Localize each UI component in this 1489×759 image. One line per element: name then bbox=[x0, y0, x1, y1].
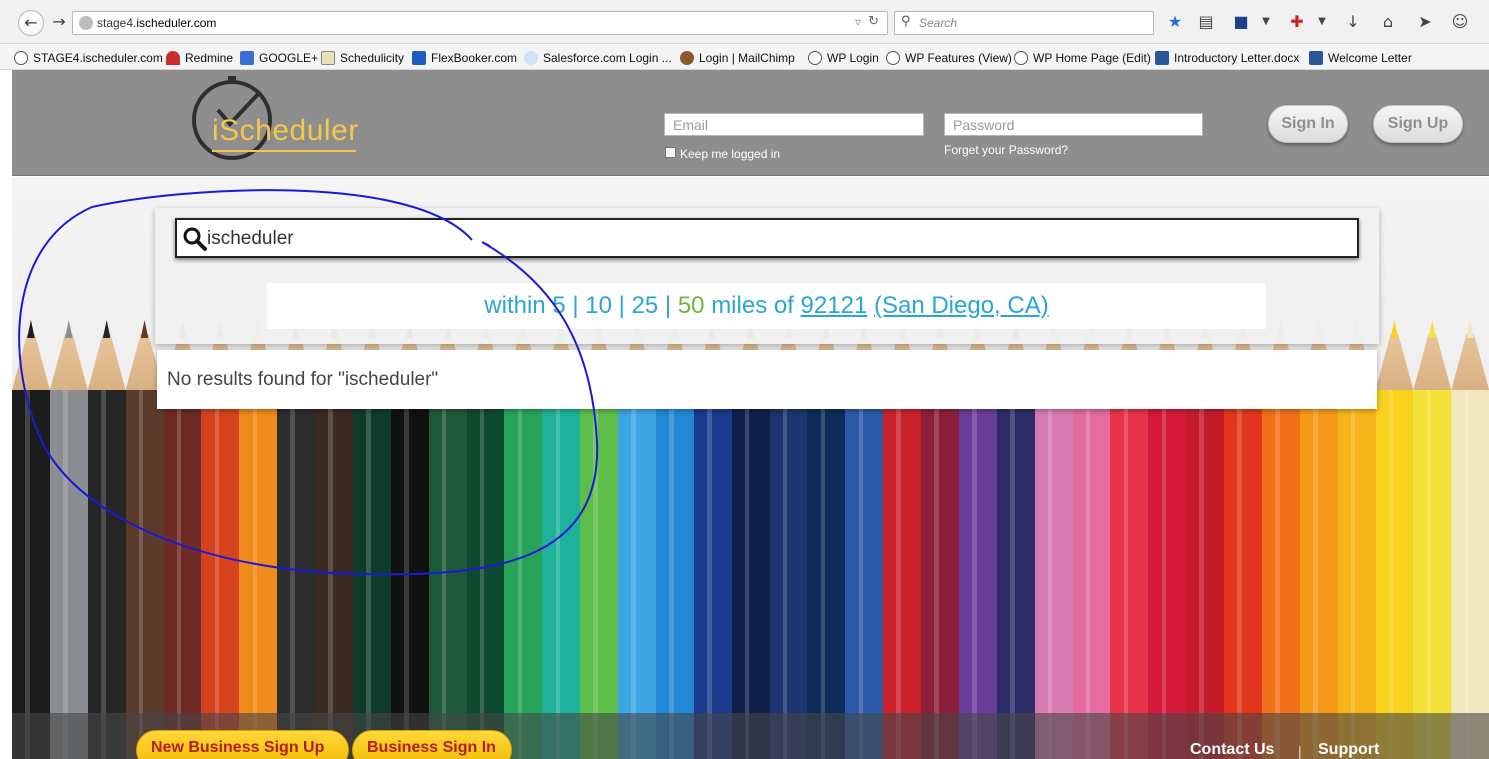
addon-dropdown-icon[interactable]: ▼ bbox=[1312, 12, 1332, 32]
password-field[interactable]: Password bbox=[944, 113, 1203, 136]
globe-icon bbox=[79, 16, 93, 30]
search-query-text: ischeduler bbox=[207, 228, 294, 249]
download-icon[interactable]: ↓ bbox=[1343, 12, 1363, 32]
clock-icon bbox=[1014, 51, 1028, 65]
pencil-decoration bbox=[12, 320, 50, 759]
search-results-box: No results found for "ischeduler" bbox=[157, 350, 1377, 409]
back-button[interactable]: ← bbox=[18, 10, 44, 36]
save-icon[interactable]: ■ bbox=[1231, 12, 1251, 32]
document-icon bbox=[321, 51, 335, 65]
clock-icon bbox=[14, 51, 28, 65]
word-icon bbox=[1309, 51, 1323, 65]
site-header: iScheduler Email Password Keep me logged… bbox=[12, 70, 1489, 176]
browser-toolbar: ← → stage4.ischeduler.com ▿ ↻ ⚲ Search ★… bbox=[0, 0, 1489, 44]
flexbooker-icon bbox=[412, 51, 426, 65]
clock-icon bbox=[886, 51, 900, 65]
cloud-icon bbox=[524, 51, 538, 65]
radius-selector: within 5 | 10 | 25 | 50 miles of 92121 (… bbox=[267, 283, 1266, 329]
pencil-decoration bbox=[1413, 320, 1452, 759]
no-results-message: No results found for "ischeduler" bbox=[167, 369, 439, 390]
email-field[interactable]: Email bbox=[664, 113, 924, 136]
bookmarks-bar: STAGE4.ischeduler.com Redmine GOOGLE+ Sc… bbox=[0, 45, 1489, 70]
pencil-decoration bbox=[49, 320, 88, 759]
footer-separator: | bbox=[1298, 743, 1302, 759]
zip-code-link[interactable]: 92121 bbox=[801, 292, 868, 319]
redmine-icon bbox=[166, 51, 180, 65]
keep-logged-in-label: Keep me logged in bbox=[680, 147, 781, 161]
bookmark-redmine[interactable]: Redmine bbox=[166, 49, 233, 67]
support-link[interactable]: Support bbox=[1318, 741, 1379, 759]
page: iScheduler Email Password Keep me logged… bbox=[12, 70, 1489, 759]
pencil-decoration bbox=[87, 320, 126, 759]
bookmark-stage4[interactable]: STAGE4.ischeduler.com bbox=[14, 49, 163, 67]
new-business-signup-button[interactable]: New Business Sign Up bbox=[136, 730, 349, 759]
bookmark-salesforce[interactable]: Salesforce.com Login ... bbox=[524, 49, 672, 67]
contact-us-link[interactable]: Contact Us bbox=[1190, 741, 1274, 759]
reload-icon[interactable]: ↻ bbox=[868, 14, 879, 29]
radius-option-5[interactable]: 5 bbox=[552, 292, 565, 319]
radius-option-50[interactable]: 50 bbox=[678, 292, 705, 319]
mailchimp-icon bbox=[680, 51, 694, 65]
send-icon[interactable]: ➤ bbox=[1415, 12, 1435, 32]
save-dropdown-icon[interactable]: ▼ bbox=[1256, 12, 1276, 32]
business-search-input[interactable]: ischeduler bbox=[175, 218, 1359, 258]
forward-button[interactable]: → bbox=[46, 10, 72, 36]
keep-logged-in-checkbox[interactable] bbox=[665, 147, 676, 158]
bookmark-flexbooker[interactable]: FlexBooker.com bbox=[412, 49, 517, 67]
site-footer: New Business Sign Up Business Sign In Co… bbox=[12, 713, 1489, 759]
chat-icon[interactable]: ☺ bbox=[1450, 12, 1470, 32]
radius-option-25[interactable]: 25 bbox=[632, 292, 659, 319]
bookmark-wp-features[interactable]: WP Features (View) bbox=[886, 49, 1012, 67]
url-bar[interactable]: stage4.ischeduler.com ▿ ↻ bbox=[72, 11, 888, 35]
search-panel: ischeduler within 5 | 10 | 25 | 50 miles… bbox=[155, 208, 1379, 344]
bookmark-schedulicity[interactable]: Schedulicity bbox=[321, 49, 404, 67]
logo-text[interactable]: iScheduler bbox=[212, 114, 359, 148]
browser-search-placeholder: Search bbox=[919, 16, 958, 30]
bookmark-google-plus[interactable]: GOOGLE+ bbox=[240, 49, 318, 67]
browser-search-input[interactable]: ⚲ Search bbox=[894, 11, 1154, 35]
url-dropdown-icon[interactable]: ▿ bbox=[855, 15, 861, 29]
bookmark-welcome-letter[interactable]: Welcome Letter bbox=[1309, 49, 1412, 67]
url-text: stage4.ischeduler.com bbox=[97, 16, 217, 30]
reading-list-icon[interactable]: ▤ bbox=[1196, 12, 1216, 32]
word-icon bbox=[1155, 51, 1169, 65]
radius-within-label: within bbox=[484, 292, 546, 319]
sign-up-button[interactable]: Sign Up bbox=[1373, 105, 1463, 143]
forgot-password-link[interactable]: Forget your Password? bbox=[944, 143, 1068, 157]
pencil-decoration bbox=[1375, 320, 1414, 759]
sign-in-button[interactable]: Sign In bbox=[1268, 105, 1348, 143]
bookmark-mailchimp[interactable]: Login | MailChimp bbox=[680, 49, 795, 67]
bookmark-wp-home[interactable]: WP Home Page (Edit) bbox=[1014, 49, 1151, 67]
bookmark-intro-letter[interactable]: Introductory Letter.docx bbox=[1155, 49, 1299, 67]
addon-icon[interactable]: ✚ bbox=[1287, 12, 1307, 32]
location-link[interactable]: (San Diego, CA) bbox=[874, 292, 1049, 319]
google-icon bbox=[240, 51, 254, 65]
clock-icon bbox=[808, 51, 822, 65]
radius-option-10[interactable]: 10 bbox=[585, 292, 612, 319]
home-icon[interactable]: ⌂ bbox=[1378, 12, 1398, 32]
business-signin-button[interactable]: Business Sign In bbox=[352, 730, 512, 759]
miles-of-label: miles of bbox=[711, 292, 794, 319]
search-icon bbox=[183, 227, 207, 251]
search-icon: ⚲ bbox=[901, 14, 911, 29]
bookmark-star-icon[interactable]: ★ bbox=[1165, 12, 1185, 32]
bookmark-wp-login[interactable]: WP Login bbox=[808, 49, 879, 67]
pencil-decoration bbox=[1451, 320, 1489, 759]
logo-underline bbox=[212, 150, 356, 152]
